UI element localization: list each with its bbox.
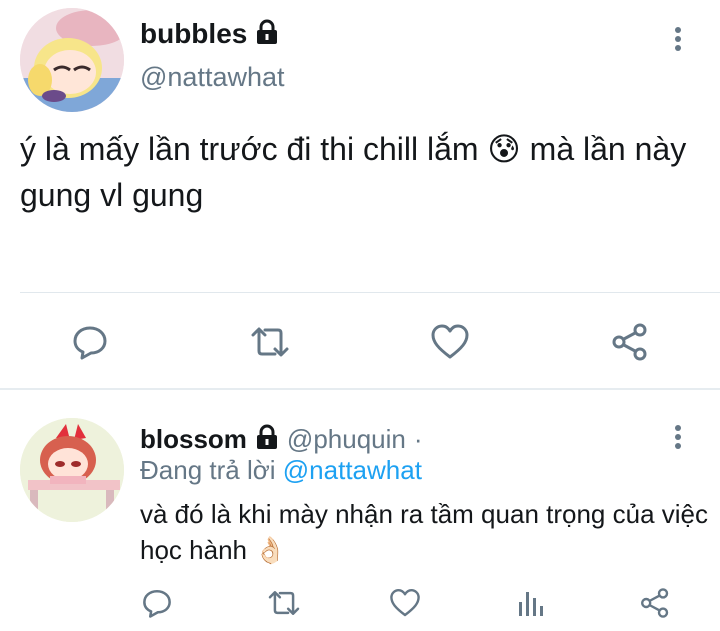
heart-icon xyxy=(390,588,420,617)
share-icon xyxy=(641,588,669,618)
section-divider xyxy=(0,388,720,390)
anxious-face-emoji: 😰 xyxy=(487,131,521,167)
main-tweet: bubbles @nattawhat ý là mấy lần trước đi… xyxy=(0,0,720,388)
retweet-button[interactable] xyxy=(264,584,304,622)
reply-icon xyxy=(143,589,171,618)
replying-to-label: Đang trả lời xyxy=(140,455,283,485)
author-row: blossom @phuquin · xyxy=(140,424,423,455)
tweet-text: ý là mấy lần trước đi thi chill lắm 😰 mà… xyxy=(20,126,710,218)
replying-to: Đang trả lời @nattawhat xyxy=(140,455,422,486)
more-vertical-icon[interactable] xyxy=(668,422,688,454)
analytics-button[interactable] xyxy=(512,584,550,622)
author-row: bubbles xyxy=(140,18,279,50)
handle[interactable]: @phuquin xyxy=(287,424,406,455)
tweet-text-part1: ý là mấy lần trước đi thi chill lắm xyxy=(20,131,479,167)
replying-to-handle[interactable]: @nattawhat xyxy=(283,455,422,485)
reply-icon xyxy=(73,326,107,360)
heart-icon xyxy=(431,324,469,359)
analytics-icon xyxy=(519,592,543,616)
display-name[interactable]: blossom xyxy=(140,424,247,455)
reply-text: và đó là khi mày nhận ra tầm quan trọng … xyxy=(140,496,710,568)
reply-button[interactable] xyxy=(138,584,176,622)
avatar[interactable] xyxy=(20,8,124,112)
lock-icon xyxy=(255,424,279,455)
like-button[interactable] xyxy=(428,320,472,364)
bubbles-avatar-image xyxy=(20,8,124,112)
more-vertical-icon[interactable] xyxy=(668,24,688,56)
retweet-icon xyxy=(251,327,289,357)
separator-dot: · xyxy=(413,424,423,454)
share-button[interactable] xyxy=(636,584,674,622)
handle[interactable]: @nattawhat xyxy=(140,62,285,93)
retweet-icon xyxy=(268,591,300,615)
like-button[interactable] xyxy=(386,584,424,622)
lock-icon xyxy=(255,19,279,50)
reply-button[interactable] xyxy=(68,320,112,364)
divider xyxy=(20,292,720,293)
avatar[interactable] xyxy=(20,418,124,522)
handle-row: @nattawhat xyxy=(140,62,285,93)
blossom-avatar-image xyxy=(20,418,124,522)
reply-text-body: và đó là khi mày nhận ra tầm quan trọng … xyxy=(140,499,708,565)
retweet-button[interactable] xyxy=(246,320,294,364)
share-button[interactable] xyxy=(608,320,652,364)
ok-hand-emoji: 👌🏻 xyxy=(254,535,287,565)
share-icon xyxy=(612,323,647,361)
display-name[interactable]: bubbles xyxy=(140,18,247,50)
